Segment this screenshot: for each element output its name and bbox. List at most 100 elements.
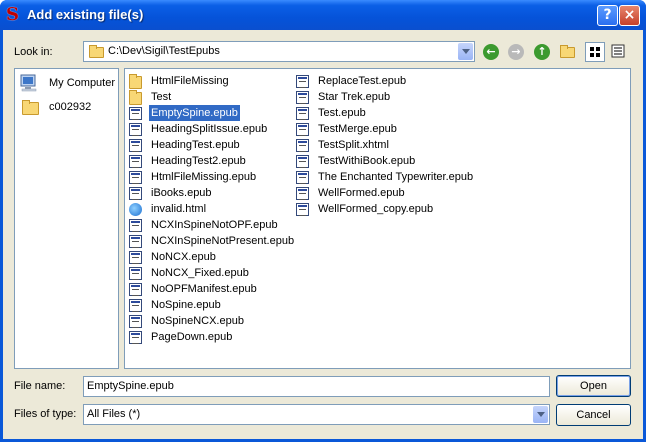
epub-file-icon	[129, 267, 142, 280]
sidebar-item-my-computer[interactable]: My Computer	[19, 74, 119, 94]
chevron-down-icon[interactable]	[533, 406, 548, 423]
epub-file-icon	[296, 139, 309, 152]
cancel-button[interactable]: Cancel	[556, 404, 631, 426]
file-name-label: File name:	[14, 380, 66, 392]
file-name: Star Trek.epub	[318, 91, 391, 103]
open-button[interactable]: Open	[556, 375, 631, 397]
title-bar[interactable]: S Add existing file(s) ? ×	[0, 0, 646, 30]
epub-file-icon	[129, 219, 142, 232]
file-name: HtmlFileMissing.epub	[151, 171, 257, 183]
folder-icon	[22, 100, 39, 115]
list-item[interactable]: NoNCX.epub	[129, 249, 299, 265]
epub-file-icon	[129, 155, 142, 168]
list-item[interactable]: WellFormed.epub	[296, 185, 496, 201]
file-name-field[interactable]: EmptySpine.epub	[83, 376, 550, 397]
list-item[interactable]: TestSplit.xhtml	[296, 137, 496, 153]
list-item[interactable]: invalid.html	[129, 201, 299, 217]
epub-file-icon	[129, 251, 142, 264]
list-item[interactable]: NoSpineNCX.epub	[129, 313, 299, 329]
files-of-type-select[interactable]: All Files (*)	[83, 404, 550, 425]
file-name: NCXInSpineNotPresent.epub	[151, 235, 295, 247]
list-item[interactable]: NoSpine.epub	[129, 297, 299, 313]
computer-icon	[20, 74, 37, 92]
list-item[interactable]: EmptySpine.epub	[129, 105, 299, 121]
file-name: Test.epub	[318, 107, 366, 119]
file-name: invalid.html	[151, 203, 207, 215]
list-item[interactable]: WellFormed_copy.epub	[296, 201, 496, 217]
file-name: HeadingTest2.epub	[151, 155, 246, 167]
file-name: Test	[151, 91, 172, 103]
list-item[interactable]: HtmlFileMissing.epub	[129, 169, 299, 185]
back-icon[interactable]: ←	[483, 44, 499, 60]
list-item[interactable]: ReplaceTest.epub	[296, 73, 496, 89]
close-button[interactable]: ×	[619, 5, 640, 26]
list-item[interactable]: HtmlFileMissing	[129, 73, 299, 89]
list-item[interactable]: NCXInSpineNotOPF.epub	[129, 217, 299, 233]
file-name: HtmlFileMissing	[151, 75, 229, 87]
file-name: EmptySpine.epub	[149, 105, 240, 121]
file-column: ReplaceTest.epub Star Trek.epub Test.epub T…	[296, 73, 496, 217]
file-name: iBooks.epub	[151, 187, 212, 199]
look-in-combo[interactable]: C:\Dev\Sigil\TestEpubs	[83, 41, 475, 62]
file-name: ReplaceTest.epub	[318, 75, 407, 87]
list-item[interactable]: iBooks.epub	[129, 185, 299, 201]
sigil-app-icon: S	[6, 4, 19, 25]
epub-file-icon	[296, 155, 309, 168]
files-of-type-label: Files of type:	[14, 408, 77, 420]
epub-file-icon	[296, 75, 309, 88]
file-list[interactable]: HtmlFileMissing Test EmptySpine.epub Headin…	[124, 68, 631, 369]
look-in-label: Look in:	[14, 46, 53, 58]
look-in-path: C:\Dev\Sigil\TestEpubs	[108, 45, 220, 57]
list-item[interactable]: NCXInSpineNotPresent.epub	[129, 233, 299, 249]
list-item[interactable]: TestMerge.epub	[296, 121, 496, 137]
file-name: HeadingTest.epub	[151, 139, 240, 151]
epub-file-icon	[296, 107, 309, 120]
file-name: NoNCX.epub	[151, 251, 216, 263]
list-view-icon[interactable]	[585, 42, 605, 62]
epub-file-icon	[129, 123, 142, 136]
file-name: WellFormed_copy.epub	[318, 203, 434, 215]
file-name: PageDown.epub	[151, 331, 233, 343]
epub-file-icon	[129, 171, 142, 184]
sidebar-item-label: My Computer	[49, 77, 116, 89]
file-name-value: EmptySpine.epub	[87, 380, 174, 392]
dialog-window: S Add existing file(s) ? × Look in: C:\D…	[0, 0, 646, 442]
folder-icon	[89, 45, 104, 58]
list-item[interactable]: Test	[129, 89, 299, 105]
file-name: NoNCX_Fixed.epub	[151, 267, 249, 279]
window-title: Add existing file(s)	[27, 7, 144, 22]
help-button[interactable]: ?	[597, 5, 618, 26]
epub-file-icon	[129, 331, 142, 344]
epub-file-icon	[296, 203, 309, 216]
list-item[interactable]: NoOPFManifest.epub	[129, 281, 299, 297]
folder-icon	[129, 74, 142, 89]
dialog-body: Look in: C:\Dev\Sigil\TestEpubs ← → ↑ My…	[3, 30, 643, 439]
forward-icon[interactable]: →	[508, 44, 524, 60]
list-item[interactable]: PageDown.epub	[129, 329, 299, 345]
epub-file-icon	[296, 123, 309, 136]
epub-file-icon	[296, 187, 309, 200]
sidebar-item-c002932[interactable]: c002932	[19, 98, 119, 118]
up-icon[interactable]: ↑	[534, 44, 550, 60]
sidebar-item-label: c002932	[49, 101, 92, 113]
epub-file-icon	[296, 171, 309, 184]
list-item[interactable]: Star Trek.epub	[296, 89, 496, 105]
list-item[interactable]: NoNCX_Fixed.epub	[129, 265, 299, 281]
folder-icon	[129, 90, 142, 105]
list-item[interactable]: HeadingTest.epub	[129, 137, 299, 153]
list-item[interactable]: Test.epub	[296, 105, 496, 121]
list-item[interactable]: TestWithiBook.epub	[296, 153, 496, 169]
file-name: NCXInSpineNotOPF.epub	[151, 219, 278, 231]
file-name: TestWithiBook.epub	[318, 155, 416, 167]
detail-view-icon[interactable]	[609, 42, 629, 62]
html-file-icon	[129, 203, 142, 216]
file-column: HtmlFileMissing Test EmptySpine.epub Headin…	[129, 73, 299, 345]
file-name: NoOPFManifest.epub	[151, 283, 257, 295]
chevron-down-icon[interactable]	[458, 43, 473, 60]
new-folder-icon[interactable]	[560, 45, 575, 58]
list-item[interactable]: The Enchanted Typewriter.epub	[296, 169, 496, 185]
list-item[interactable]: HeadingSplitIssue.epub	[129, 121, 299, 137]
file-name: TestSplit.xhtml	[318, 139, 389, 151]
file-name: The Enchanted Typewriter.epub	[318, 171, 474, 183]
list-item[interactable]: HeadingTest2.epub	[129, 153, 299, 169]
